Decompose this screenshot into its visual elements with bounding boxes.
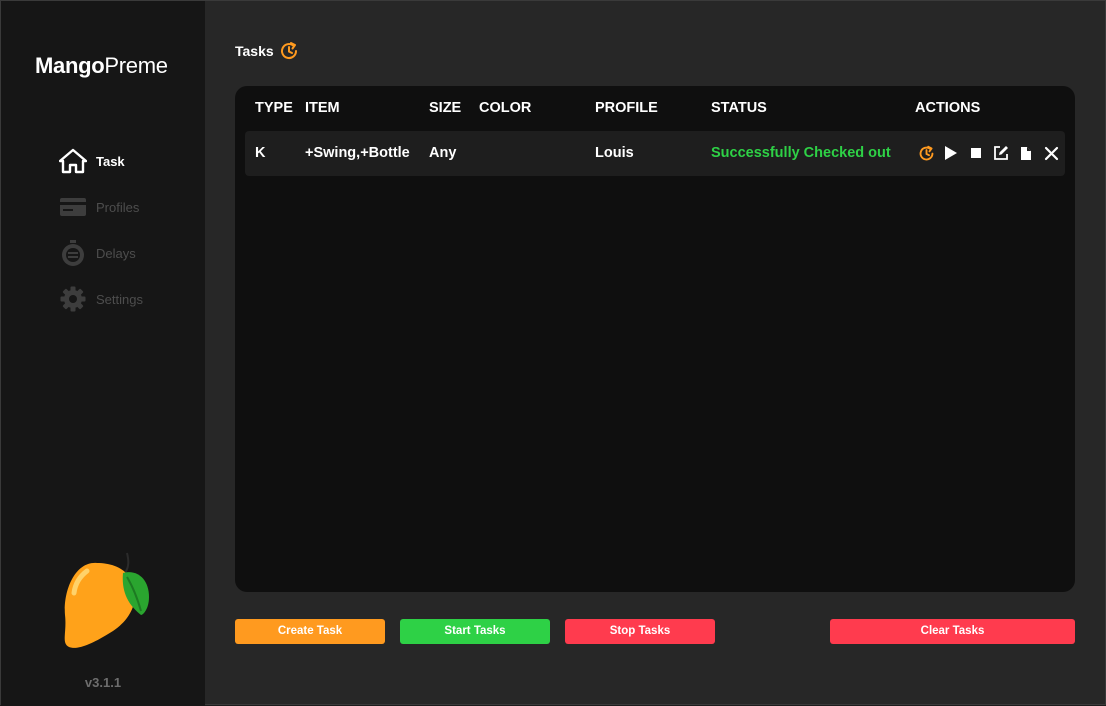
file-icon[interactable] — [1017, 143, 1035, 163]
stop-icon[interactable] — [967, 143, 985, 163]
sidebar-item-task[interactable]: Task — [59, 147, 143, 175]
sidebar-item-label: Task — [96, 153, 125, 169]
sidebar-item-label: Settings — [96, 291, 143, 307]
sidebar: MangoPreme Task Profiles Delays Settings… — [1, 1, 205, 706]
sidebar-item-label: Delays — [96, 245, 136, 261]
brand-logo-text: MangoPreme — [35, 53, 168, 79]
brand-bold: Mango — [35, 53, 105, 78]
column-item: ITEM — [305, 100, 340, 116]
clock-refresh-icon[interactable] — [917, 143, 935, 163]
play-icon[interactable] — [942, 143, 960, 163]
page-title-text: Tasks — [235, 43, 274, 59]
cell-size: Any — [429, 145, 457, 161]
clear-tasks-button[interactable]: Clear Tasks — [830, 619, 1075, 644]
sidebar-nav: Task Profiles Delays Settings — [59, 147, 143, 331]
column-actions: ACTIONS — [915, 100, 981, 116]
credit-card-icon — [59, 193, 87, 221]
column-status: STATUS — [711, 100, 767, 116]
brand-light: Preme — [104, 53, 168, 78]
sidebar-item-settings[interactable]: Settings — [59, 285, 143, 313]
sidebar-item-label: Profiles — [96, 199, 140, 215]
column-type: TYPE — [255, 100, 293, 116]
cell-type: K — [255, 145, 266, 161]
column-color: COLOR — [479, 100, 532, 116]
close-icon[interactable] — [1042, 143, 1060, 163]
home-icon — [59, 147, 87, 175]
row-actions — [917, 143, 1067, 163]
tasks-table: TYPE ITEM SIZE COLOR PROFILE STATUS ACTI… — [235, 86, 1075, 592]
app-window: MangoPreme Task Profiles Delays Settings… — [0, 0, 1106, 706]
app-version: v3.1.1 — [84, 675, 122, 690]
mango-logo-icon — [64, 552, 149, 648]
cell-status: Successfully Checked out — [711, 145, 891, 161]
start-tasks-button[interactable]: Start Tasks — [400, 619, 550, 644]
cell-profile: Louis — [595, 145, 634, 161]
column-profile: PROFILE — [595, 100, 658, 116]
create-task-button[interactable]: Create Task — [235, 619, 385, 644]
table-row[interactable]: K +Swing,+Bottle Any Louis Successfully … — [245, 131, 1065, 176]
edit-icon[interactable] — [992, 143, 1010, 163]
sidebar-item-profiles[interactable]: Profiles — [59, 193, 143, 221]
table-header: TYPE ITEM SIZE COLOR PROFILE STATUS ACTI… — [235, 100, 1075, 118]
clock-refresh-icon — [279, 41, 299, 61]
stopwatch-icon — [59, 239, 87, 267]
cell-item: +Swing,+Bottle — [305, 145, 410, 161]
stop-tasks-button[interactable]: Stop Tasks — [565, 619, 715, 644]
sidebar-item-delays[interactable]: Delays — [59, 239, 143, 267]
gear-icon — [59, 285, 87, 313]
column-size: SIZE — [429, 100, 462, 116]
page-title: Tasks — [235, 41, 299, 61]
